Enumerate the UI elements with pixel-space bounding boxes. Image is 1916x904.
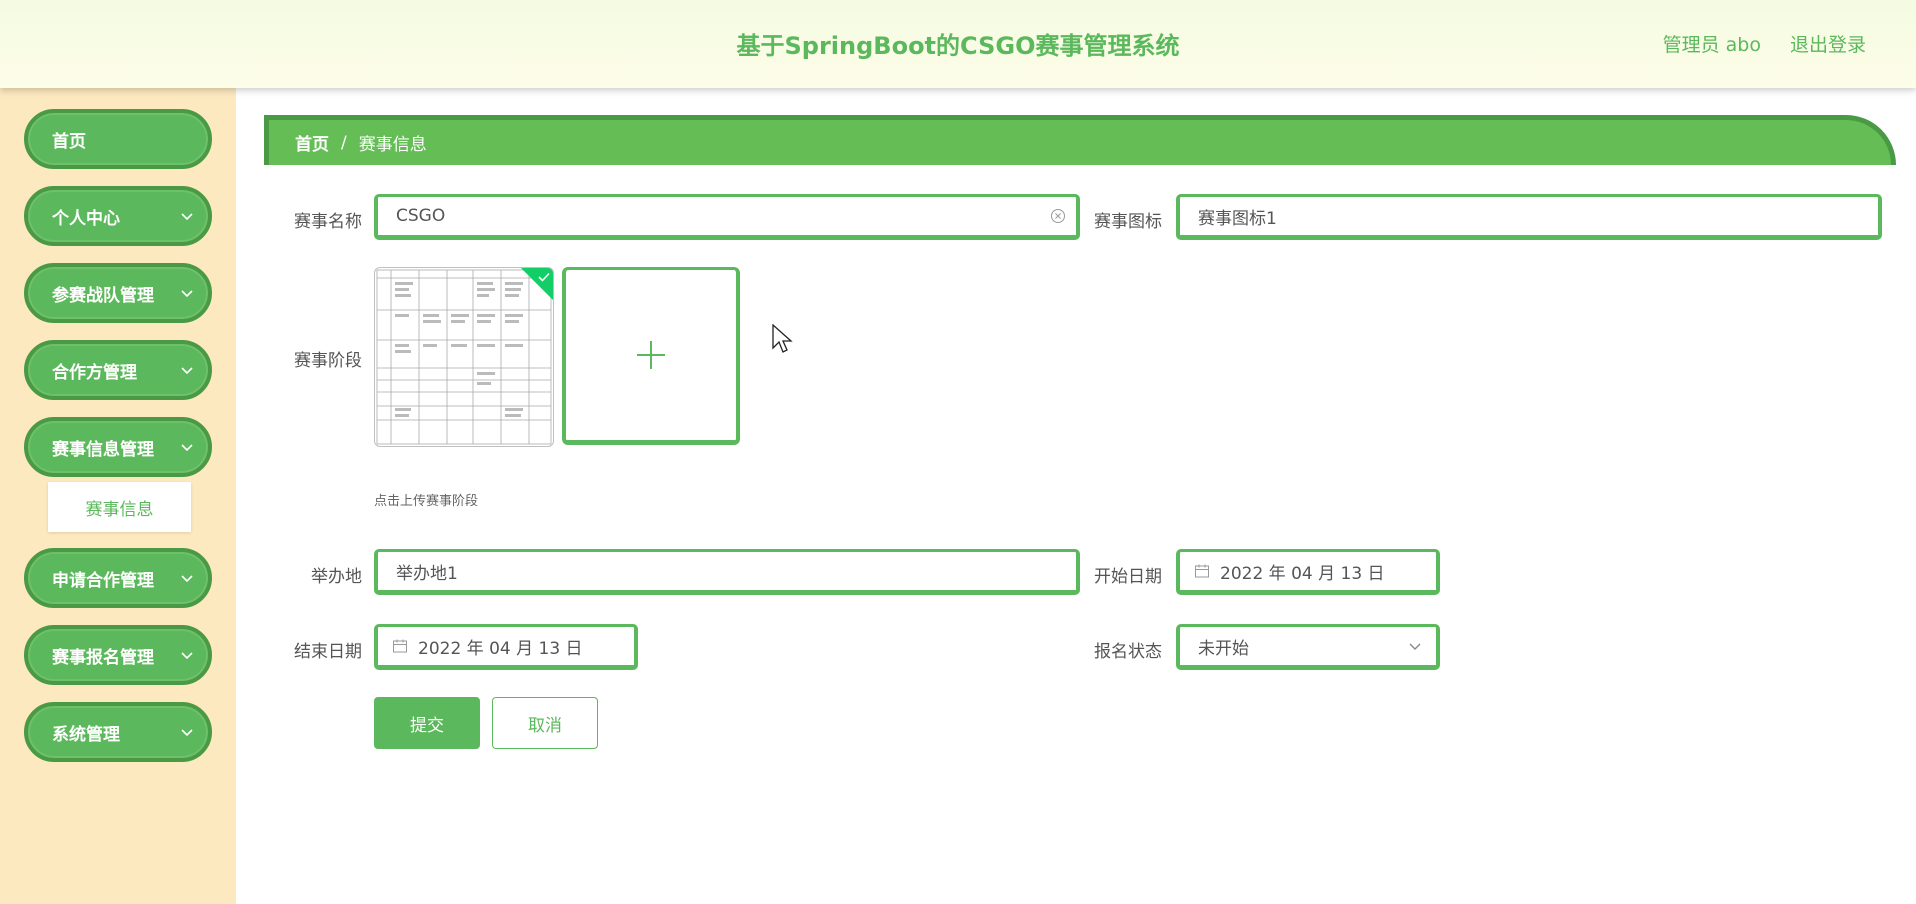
event-icon-input[interactable]: 赛事图标1	[1176, 194, 1882, 240]
sidebar-item-teams[interactable]: 参赛战队管理	[24, 263, 212, 323]
chevron-down-icon	[181, 652, 193, 660]
sidebar-item-system[interactable]: 系统管理	[24, 702, 212, 762]
start-date-picker[interactable]: 2022 年 04 月 13 日	[1176, 549, 1440, 595]
venue-input[interactable]: 举办地1	[374, 549, 1080, 595]
sidebar-item-label: 申请合作管理	[52, 570, 154, 591]
system-title: 基于SpringBoot的CSGO赛事管理系统	[736, 32, 1180, 60]
mouse-cursor-icon	[772, 324, 793, 353]
breadcrumb-current: 赛事信息	[358, 135, 427, 155]
event-stage-label: 赛事阶段	[294, 351, 362, 371]
calendar-icon	[393, 639, 407, 653]
sidebar-item-partners[interactable]: 合作方管理	[24, 340, 212, 400]
venue-value: 举办地1	[396, 563, 458, 584]
top-header: 基于SpringBoot的CSGO赛事管理系统 管理员 abo 退出登录	[0, 0, 1916, 88]
sidebar-subitem-event-info[interactable]: 赛事信息	[48, 482, 191, 532]
breadcrumb-home[interactable]: 首页	[295, 130, 329, 155]
event-name-value: CSGO	[396, 206, 446, 226]
end-date-picker[interactable]: 2022 年 04 月 13 日	[374, 624, 638, 670]
end-date-label: 结束日期	[294, 642, 362, 662]
upload-stage-button[interactable]	[562, 267, 740, 445]
registration-status-value: 未开始	[1198, 638, 1249, 659]
calendar-icon	[1195, 564, 1209, 578]
chevron-down-icon	[181, 575, 193, 583]
chevron-down-icon	[181, 290, 193, 298]
chevron-down-icon	[181, 213, 193, 221]
sidebar-item-label: 参赛战队管理	[52, 285, 154, 306]
breadcrumb: 首页 / 赛事信息	[264, 115, 1896, 165]
sidebar-item-label: 合作方管理	[52, 362, 137, 383]
chevron-down-icon	[181, 367, 193, 375]
upload-hint: 点击上传赛事阶段	[374, 494, 479, 509]
sidebar-item-label: 个人中心	[52, 208, 120, 229]
sidebar-item-home[interactable]: 首页	[24, 109, 212, 169]
check-icon	[538, 272, 550, 282]
current-user: 管理员 abo	[1662, 34, 1761, 56]
end-date-value: 2022 年 04 月 13 日	[418, 638, 583, 659]
plus-icon	[637, 341, 665, 369]
sidebar-item-cooperation[interactable]: 申请合作管理	[24, 548, 212, 608]
event-icon-value: 赛事图标1	[1198, 208, 1277, 229]
uploaded-stage-image[interactable]	[374, 267, 554, 447]
start-date-label: 开始日期	[1094, 567, 1162, 587]
start-date-value: 2022 年 04 月 13 日	[1220, 563, 1385, 584]
submit-button[interactable]: 提交	[374, 697, 480, 749]
logout-link[interactable]: 退出登录	[1790, 30, 1866, 57]
sidebar-item-label: 系统管理	[52, 724, 120, 745]
chevron-down-icon	[1409, 643, 1421, 650]
chevron-down-icon	[181, 729, 193, 737]
sidebar-item-registration[interactable]: 赛事报名管理	[24, 625, 212, 685]
sidebar-item-personal-center[interactable]: 个人中心	[24, 186, 212, 246]
event-name-input[interactable]: CSGO	[374, 194, 1080, 240]
sidebar-item-label: 首页	[52, 131, 86, 152]
venue-label: 举办地	[311, 567, 362, 587]
chevron-down-icon	[181, 444, 193, 452]
event-name-label: 赛事名称	[294, 212, 362, 232]
sidebar-item-label: 赛事信息管理	[52, 439, 154, 460]
registration-status-label: 报名状态	[1094, 642, 1162, 662]
registration-status-select[interactable]: 未开始	[1176, 624, 1440, 670]
cancel-button[interactable]: 取消	[492, 697, 598, 749]
sidebar-item-label: 赛事报名管理	[52, 647, 154, 668]
sidebar-item-event-info[interactable]: 赛事信息管理	[24, 417, 212, 477]
event-icon-label: 赛事图标	[1094, 212, 1162, 232]
breadcrumb-separator: /	[341, 132, 347, 153]
